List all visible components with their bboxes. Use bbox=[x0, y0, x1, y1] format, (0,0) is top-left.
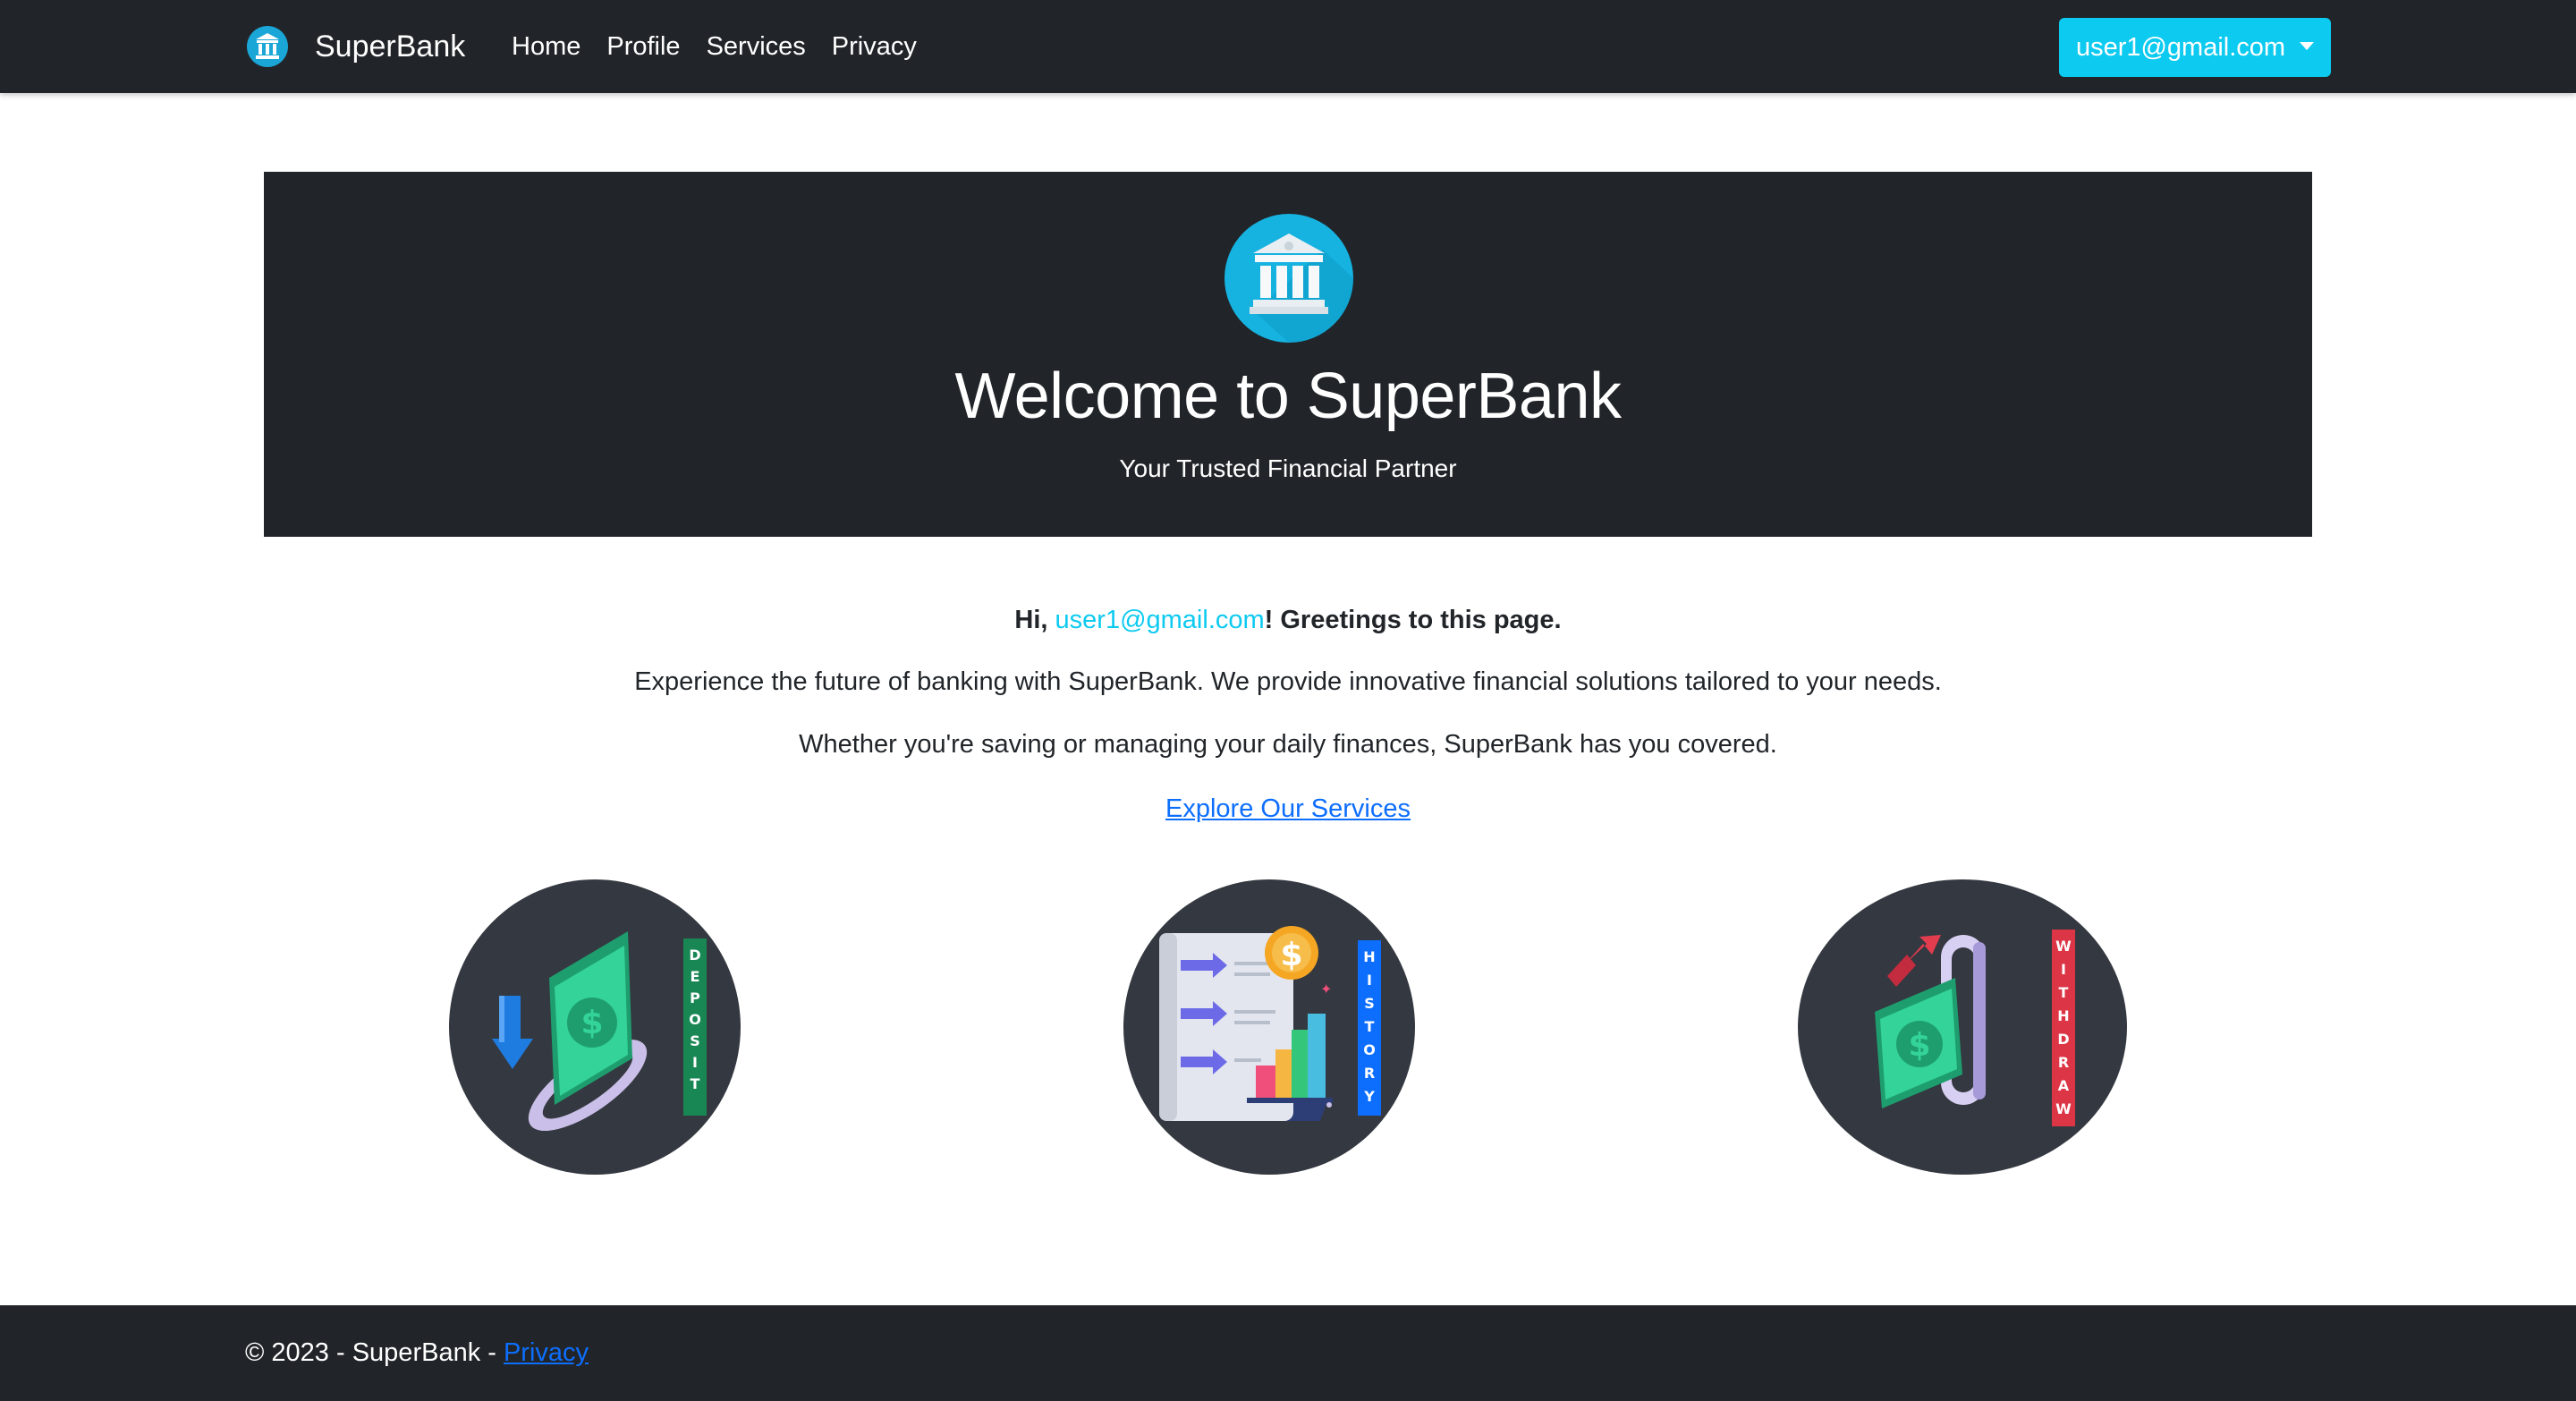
greeting-suffix: ! Greetings to this page. bbox=[1264, 606, 1562, 634]
nav-privacy[interactable]: Privacy bbox=[832, 26, 917, 67]
svg-text:✦: ✦ bbox=[1320, 981, 1332, 998]
withdraw-card[interactable]: $ WITHDRAW bbox=[1798, 879, 2127, 1175]
footer: © 2023 - SuperBank - Privacy bbox=[0, 1305, 2576, 1401]
brand-link[interactable]: SuperBank bbox=[247, 26, 465, 67]
svg-text:$: $ bbox=[580, 1005, 603, 1041]
nav-profile[interactable]: Profile bbox=[606, 26, 680, 67]
intro-text-2: Whether you're saving or managing your d… bbox=[799, 730, 1777, 759]
greeting-text: Hi, user1@gmail.com! Greetings to this p… bbox=[0, 602, 2576, 638]
brand-name: SuperBank bbox=[315, 30, 466, 64]
svg-text:$: $ bbox=[1908, 1027, 1930, 1064]
user-dropdown-button[interactable]: user1@gmail.com bbox=[2059, 18, 2331, 77]
nav-links: Home Profile Services Privacy bbox=[512, 26, 943, 67]
hero-banner: Welcome to SuperBank Your Trusted Financ… bbox=[264, 172, 2312, 537]
footer-privacy-link[interactable]: Privacy bbox=[504, 1338, 589, 1367]
caret-down-icon bbox=[2300, 41, 2315, 50]
svg-text:$: $ bbox=[1280, 937, 1302, 973]
nav-services[interactable]: Services bbox=[707, 26, 806, 67]
history-icon: $ ✦ HISTORY bbox=[1159, 926, 1381, 1121]
intro-text: Experience the future of banking with Su… bbox=[634, 667, 1942, 696]
bank-icon bbox=[1224, 214, 1353, 343]
navbar: SuperBank Home Profile Services Privacy … bbox=[0, 0, 2576, 93]
copyright-text: © 2023 - SuperBank - bbox=[245, 1338, 504, 1367]
deposit-card[interactable]: $ DEPOSIT bbox=[449, 879, 741, 1175]
hero-title: Welcome to SuperBank bbox=[954, 361, 1622, 432]
greeting-user-link[interactable]: user1@gmail.com bbox=[1055, 606, 1265, 634]
deposit-icon: $ DEPOSIT bbox=[492, 931, 707, 1132]
greeting-prefix: Hi, bbox=[1014, 606, 1055, 634]
hero-subtitle: Your Trusted Financial Partner bbox=[1119, 454, 1457, 482]
history-card[interactable]: $ ✦ HISTORY bbox=[1123, 879, 1415, 1175]
withdraw-icon: $ WITHDRAW bbox=[1875, 930, 2075, 1126]
footer-text: © 2023 - SuperBank - Privacy bbox=[245, 1335, 589, 1371]
explore-services: Explore Our Services bbox=[0, 791, 2576, 827]
user-email: user1@gmail.com bbox=[2075, 32, 2286, 62]
bank-icon bbox=[247, 26, 288, 67]
nav-home[interactable]: Home bbox=[512, 26, 580, 67]
explore-services-link[interactable]: Explore Our Services bbox=[1165, 794, 1411, 823]
